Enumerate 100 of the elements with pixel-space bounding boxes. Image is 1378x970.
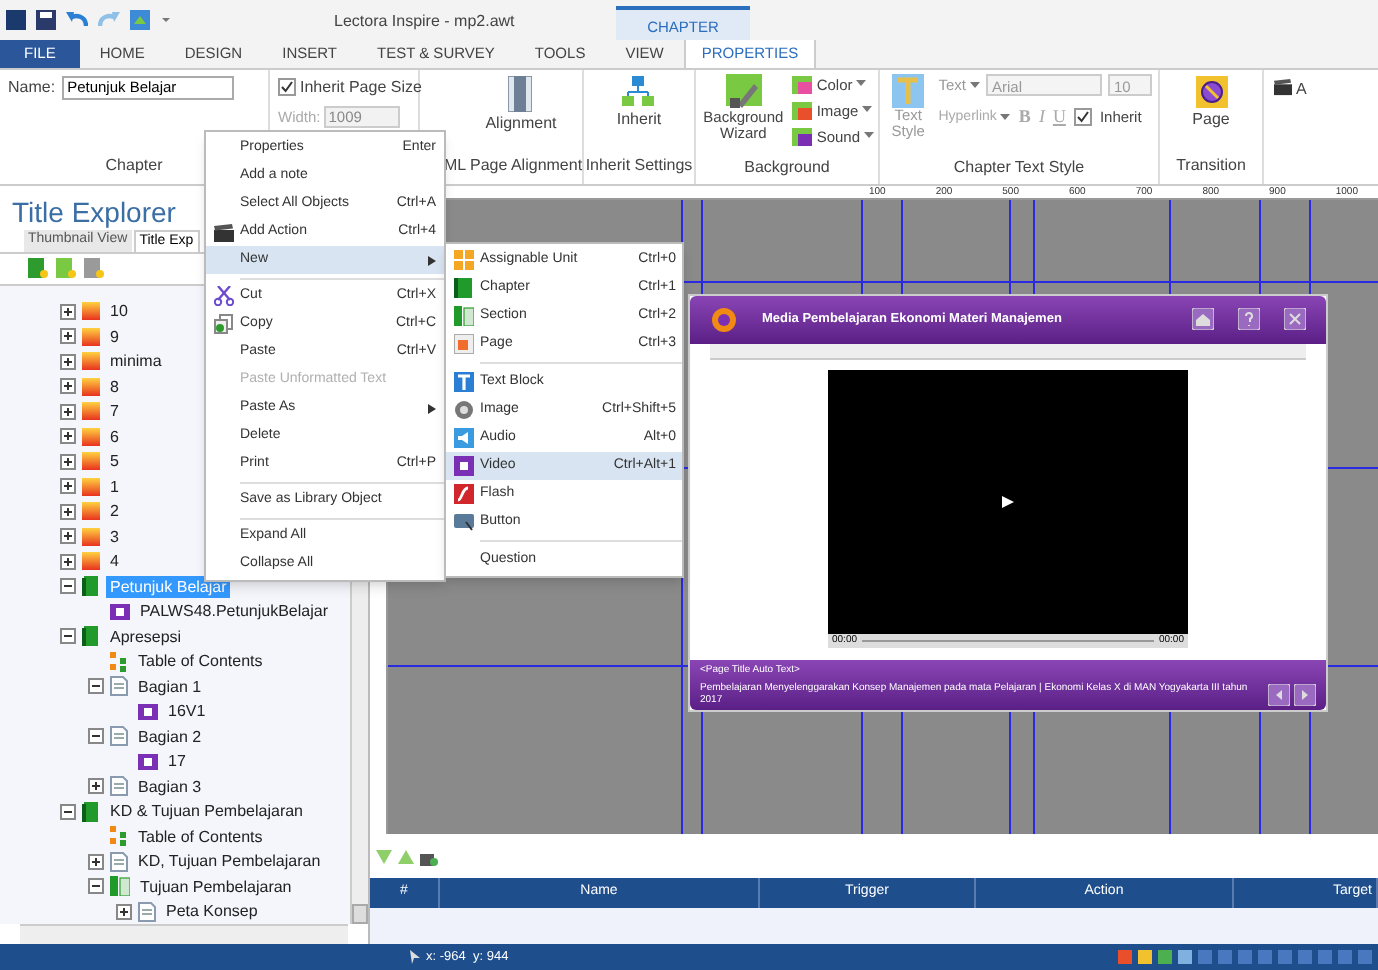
clapperboard-icon — [213, 223, 233, 241]
tree-item[interactable]: PALWS48.PetunjukBelajar — [136, 600, 332, 623]
collapse-icon[interactable] — [88, 728, 104, 745]
section-icon — [110, 876, 130, 897]
back-arrow-icon[interactable] — [1268, 683, 1290, 706]
play-icon[interactable] — [1002, 495, 1014, 508]
caret-icon — [970, 81, 980, 89]
section-icon — [453, 306, 473, 326]
home-icon[interactable] — [1192, 308, 1214, 331]
grid-icon — [453, 250, 473, 270]
tree-item[interactable]: 10 — [106, 300, 132, 323]
group-label: Transition — [1176, 153, 1246, 178]
expand-icon[interactable] — [60, 428, 76, 445]
expand-icon[interactable] — [88, 778, 104, 795]
preview-icon[interactable] — [130, 9, 150, 30]
tree-item[interactable]: Bagian 1 — [134, 675, 206, 698]
tree-item[interactable]: 6 — [106, 425, 123, 448]
document-icon — [110, 776, 128, 797]
tree-item[interactable]: Table of Contents — [134, 825, 267, 848]
swatch-icon — [792, 127, 813, 146]
expand-icon[interactable] — [60, 503, 76, 520]
page-icon — [453, 334, 473, 354]
submenu-arrow-icon — [428, 403, 436, 413]
tree-item[interactable]: KD, Tujuan Pembelajaran — [134, 850, 325, 873]
collapse-icon[interactable] — [88, 878, 104, 895]
expand-icon[interactable] — [60, 328, 76, 345]
window-title: Lectora Inspire - mp2.awt — [334, 10, 515, 34]
tree-item[interactable]: 7 — [106, 400, 123, 423]
expand-icon[interactable] — [60, 378, 76, 395]
book-icon — [82, 626, 100, 647]
undo-icon[interactable] — [66, 10, 88, 29]
alignment-button[interactable]: Alignment — [445, 75, 557, 136]
list-icon — [110, 651, 128, 672]
caret-icon — [1000, 113, 1011, 122]
field-label: Name: — [8, 75, 56, 100]
tree-item[interactable]: 3 — [106, 525, 123, 548]
video-icon — [138, 703, 158, 720]
expand-icon[interactable] — [60, 553, 76, 570]
document-icon — [110, 676, 128, 697]
tree-item[interactable]: Bagian 3 — [134, 775, 206, 798]
app-logo-icon — [6, 9, 26, 30]
collapse-icon[interactable] — [60, 803, 76, 820]
group-label: Background — [742, 155, 832, 180]
tree-item[interactable]: minima — [106, 350, 166, 373]
save-icon[interactable] — [36, 9, 56, 30]
ribbon-button-text[interactable]: A — [1296, 77, 1307, 102]
image-icon — [453, 400, 473, 420]
clapperboard-icon — [1274, 77, 1292, 96]
expand-icon[interactable] — [60, 453, 76, 470]
group-label: Inherit Settings — [585, 153, 693, 178]
close-icon[interactable] — [1284, 308, 1306, 331]
expand-icon[interactable] — [60, 528, 76, 545]
speaker-icon — [453, 428, 473, 448]
tree-item[interactable]: Apresepsi — [106, 625, 186, 648]
tree-item[interactable]: Bagian 2 — [134, 725, 206, 748]
expand-icon[interactable] — [88, 853, 104, 870]
tree-tool-icon[interactable] — [28, 258, 48, 279]
tree-item[interactable]: Tujuan Pembelajaran — [136, 875, 296, 898]
collapse-icon[interactable] — [88, 678, 104, 695]
tree-item[interactable]: 17 — [164, 750, 190, 773]
page-transition-button[interactable]: Page — [1192, 75, 1230, 132]
hierarchy-icon — [622, 75, 655, 108]
collapse-icon[interactable] — [60, 578, 76, 595]
collapse-icon[interactable] — [60, 628, 76, 645]
cursor-icon — [410, 950, 420, 965]
text-icon — [453, 372, 473, 392]
video-icon — [110, 603, 130, 620]
tree-item[interactable]: 9 — [106, 325, 123, 348]
expand-icon[interactable] — [60, 353, 76, 370]
swatch-icon — [792, 75, 813, 94]
caret-icon — [862, 106, 873, 115]
forward-arrow-icon[interactable] — [1294, 683, 1316, 706]
inherit-button[interactable]: Inherit — [616, 75, 662, 132]
checkbox[interactable] — [278, 78, 296, 97]
tree-item[interactable]: Table of Contents — [134, 650, 267, 673]
tree-item[interactable]: 5 — [106, 450, 123, 473]
checkbox[interactable] — [1073, 108, 1092, 127]
tree-item[interactable]: 1 — [106, 475, 123, 498]
book-icon — [82, 576, 100, 597]
tree-item[interactable]: 2 — [106, 500, 123, 523]
group-label: Chapter — [105, 153, 163, 178]
book-icon — [453, 278, 473, 298]
video-icon — [138, 753, 158, 770]
expand-icon[interactable] — [60, 478, 76, 495]
tree-tool-icon[interactable] — [84, 258, 104, 279]
expand-icon[interactable] — [116, 903, 132, 920]
panel-title: Title Explorer — [12, 193, 176, 230]
tree-item[interactable]: KD & Tujuan Pembelajaran — [106, 800, 307, 823]
tree-item[interactable]: 16V1 — [164, 700, 210, 723]
expand-icon[interactable] — [60, 403, 76, 420]
copy-icon — [213, 314, 233, 334]
tree-item[interactable]: 4 — [106, 550, 123, 573]
tree-item[interactable]: Peta Konsep — [162, 900, 262, 923]
submenu-arrow-icon — [428, 255, 436, 265]
tree-item[interactable]: 8 — [106, 375, 123, 398]
expand-icon[interactable] — [60, 303, 76, 320]
book-icon — [82, 801, 100, 822]
video-icon — [453, 456, 473, 476]
dropdown-icon[interactable] — [160, 13, 172, 26]
help-icon[interactable] — [1238, 308, 1260, 331]
